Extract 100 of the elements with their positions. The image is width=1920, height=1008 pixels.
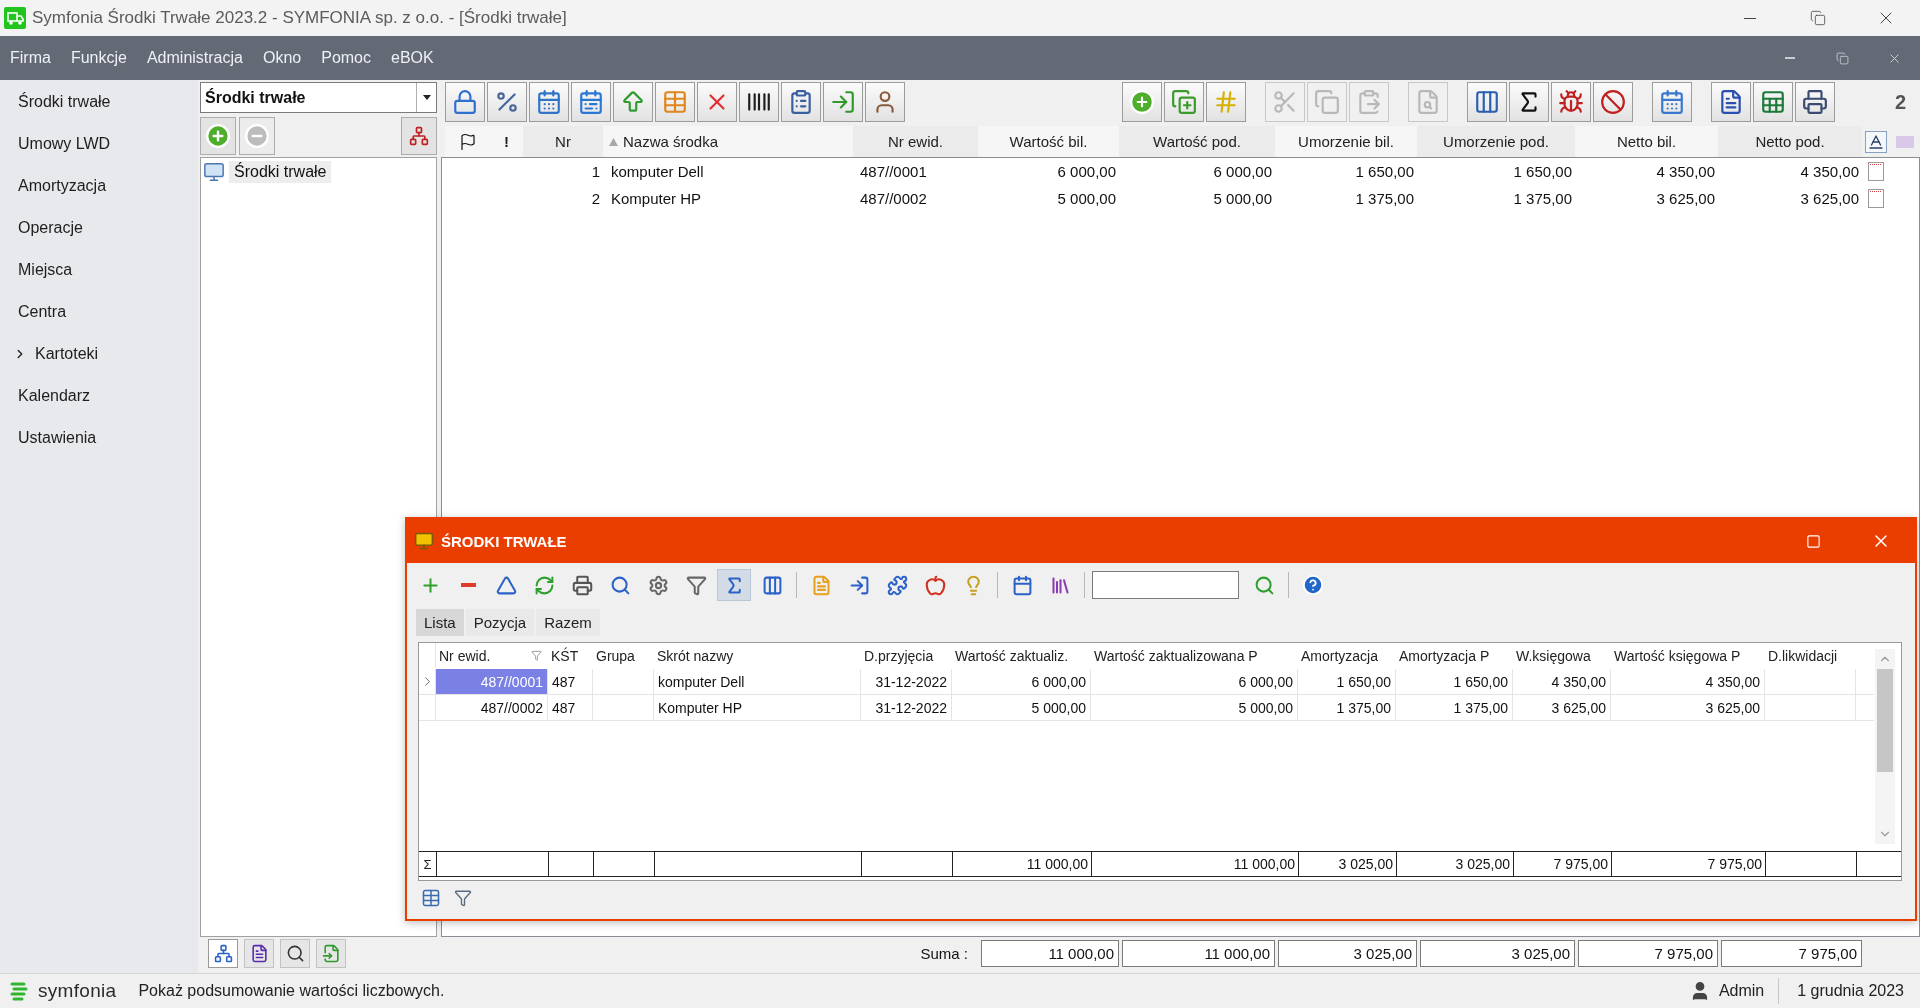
column-header[interactable]: Grupa [593, 643, 654, 668]
hierarchy-button[interactable] [401, 117, 437, 155]
view-tab[interactable] [280, 939, 310, 968]
menu-item[interactable]: Firma [0, 36, 61, 80]
category-dropdown[interactable]: Środki trwałe [200, 82, 437, 113]
hierarchy-icon [213, 944, 233, 963]
vertical-scrollbar[interactable] [1875, 649, 1895, 844]
note-icon[interactable] [1868, 162, 1884, 181]
table-cell-text: 4 350,00 [1799, 163, 1860, 180]
user-name: Admin [1718, 982, 1765, 1000]
toolbar-button[interactable] [1794, 82, 1835, 122]
sidebar-item[interactable]: Kalendarz [0, 375, 198, 417]
sidebar-item[interactable]: Centra [0, 291, 198, 333]
printer-icon [571, 574, 593, 596]
plus-circle-icon [205, 123, 231, 149]
sidebar-item[interactable]: Kartoteki [0, 333, 198, 375]
tab[interactable]: Pozycja [465, 609, 535, 636]
table-icon [662, 89, 688, 115]
column-header[interactable]: W.księgowa [1513, 643, 1611, 668]
sidebar-item[interactable]: Operacje [0, 207, 198, 249]
column-header[interactable]: KŚT [548, 643, 593, 668]
table-cell: komputer Dell [654, 669, 861, 694]
view-tab[interactable] [244, 939, 274, 968]
column-header[interactable]: Nr ewid. [853, 126, 978, 157]
columns-icon [761, 574, 783, 596]
filter-icon [454, 889, 472, 907]
note-icon[interactable] [1868, 189, 1884, 208]
columns-icon [1473, 89, 1500, 115]
search-field[interactable] [1092, 571, 1239, 599]
table-cell: 1 650,00 [1298, 669, 1396, 694]
calendar-icon [1011, 574, 1033, 596]
menu-item[interactable]: eBOK [381, 36, 444, 80]
view-tab[interactable] [208, 939, 238, 968]
table-cell: 1 375,00 [1298, 695, 1396, 720]
column-header[interactable]: Nazwa środka [603, 126, 853, 157]
app-icon [4, 7, 26, 29]
column-header[interactable]: Wartość zaktualiz. [952, 643, 1091, 668]
table-cell-text: 487//0002 [859, 190, 928, 207]
column-header[interactable]: Umorzenie bil. [1275, 126, 1417, 157]
column-header[interactable]: Nr [523, 126, 603, 157]
toolbar-button[interactable] [781, 82, 821, 122]
page-counter: 2 [1894, 90, 1906, 114]
tab[interactable]: Razem [536, 609, 600, 636]
tree-item[interactable]: Środki trwałe [229, 161, 332, 183]
scrollbar-thumb[interactable] [1877, 669, 1893, 772]
up-arrow-icon [620, 89, 646, 115]
logo-text: symfonia [38, 980, 117, 1002]
sidebar-item[interactable]: Ustawienia [0, 417, 198, 459]
table-cell-text: 2 [590, 190, 601, 207]
sidebar-item[interactable]: Amortyzacja [0, 165, 198, 207]
column-header[interactable]: Nr ewid. [436, 643, 548, 668]
sidebar-item[interactable]: Umowy LWD [0, 123, 198, 165]
menu-item[interactable]: Pomoc [311, 36, 381, 80]
search-icon [1253, 574, 1275, 596]
total-cell: 7 975,00 [1513, 852, 1611, 876]
search-icon [609, 574, 631, 596]
calendar-icon [1658, 89, 1685, 115]
toolbar-button[interactable] [739, 82, 779, 122]
sidebar-item[interactable]: Miejsca [0, 249, 198, 291]
status-date: 1 grudnia 2023 [1796, 982, 1905, 1000]
menu-item[interactable]: Administracja [136, 36, 253, 80]
menu-item[interactable]: Funkcje [60, 36, 137, 80]
toolbar-button[interactable] [1466, 82, 1507, 122]
column-header[interactable]: Amortyzacja [1298, 643, 1396, 668]
total-field: 3 025,00 [1420, 940, 1575, 967]
scissors-icon [1271, 89, 1298, 115]
document-icon [249, 944, 269, 963]
column-header[interactable]: Netto bil. [1575, 126, 1718, 157]
menu-item[interactable]: Okno [252, 36, 312, 80]
column-header[interactable]: Wartość księgowa P [1611, 643, 1765, 668]
file-arrow-icon [321, 944, 341, 963]
monitor-icon [203, 161, 225, 183]
table-cell-text: 1 650,00 [1512, 163, 1573, 180]
table-cell: 487 [548, 695, 593, 720]
column-header[interactable]: Umorzenie pod. [1417, 126, 1575, 157]
table-cell-text: 6 000,00 [1212, 163, 1273, 180]
window-title: Symfonia Środki Trwałe 2023.2 - SYMFONIA sp. z o.o. - [Środki trwałe] [32, 8, 567, 28]
column-header[interactable]: Skrót nazwy [654, 643, 861, 668]
toolbar-button[interactable] [1710, 82, 1751, 122]
sidebar-item[interactable]: Środki trwałe [0, 81, 198, 123]
tab[interactable]: Lista [416, 609, 464, 636]
column-header[interactable]: Wartość pod. [1119, 126, 1275, 157]
column-header[interactable]: D.przyjęcia [861, 643, 952, 668]
totals-label: Suma : [919, 945, 969, 962]
column-header[interactable]: Wartość zaktualizowana P [1091, 643, 1298, 668]
toolbar-button[interactable] [1508, 82, 1549, 122]
column-header[interactable]: D.likwidacji [1765, 643, 1856, 668]
table-cell-text: 5 000,00 [1212, 190, 1273, 207]
column-header[interactable]: ! [490, 126, 523, 157]
table-cell: 487//0001 [436, 669, 548, 694]
table-cell: 487 [548, 669, 593, 694]
add-button[interactable] [200, 117, 236, 155]
font-icon[interactable] [1865, 130, 1887, 153]
column-header[interactable]: Netto pod. [1718, 126, 1862, 157]
table-cell: 31-12-2022 [861, 695, 952, 720]
column-header[interactable]: Wartość bil. [978, 126, 1119, 157]
column-header[interactable]: Amortyzacja P [1396, 643, 1513, 668]
total-cell: 3 025,00 [1298, 852, 1396, 876]
bug-icon [1557, 89, 1584, 115]
minimize-icon [1744, 17, 1756, 19]
